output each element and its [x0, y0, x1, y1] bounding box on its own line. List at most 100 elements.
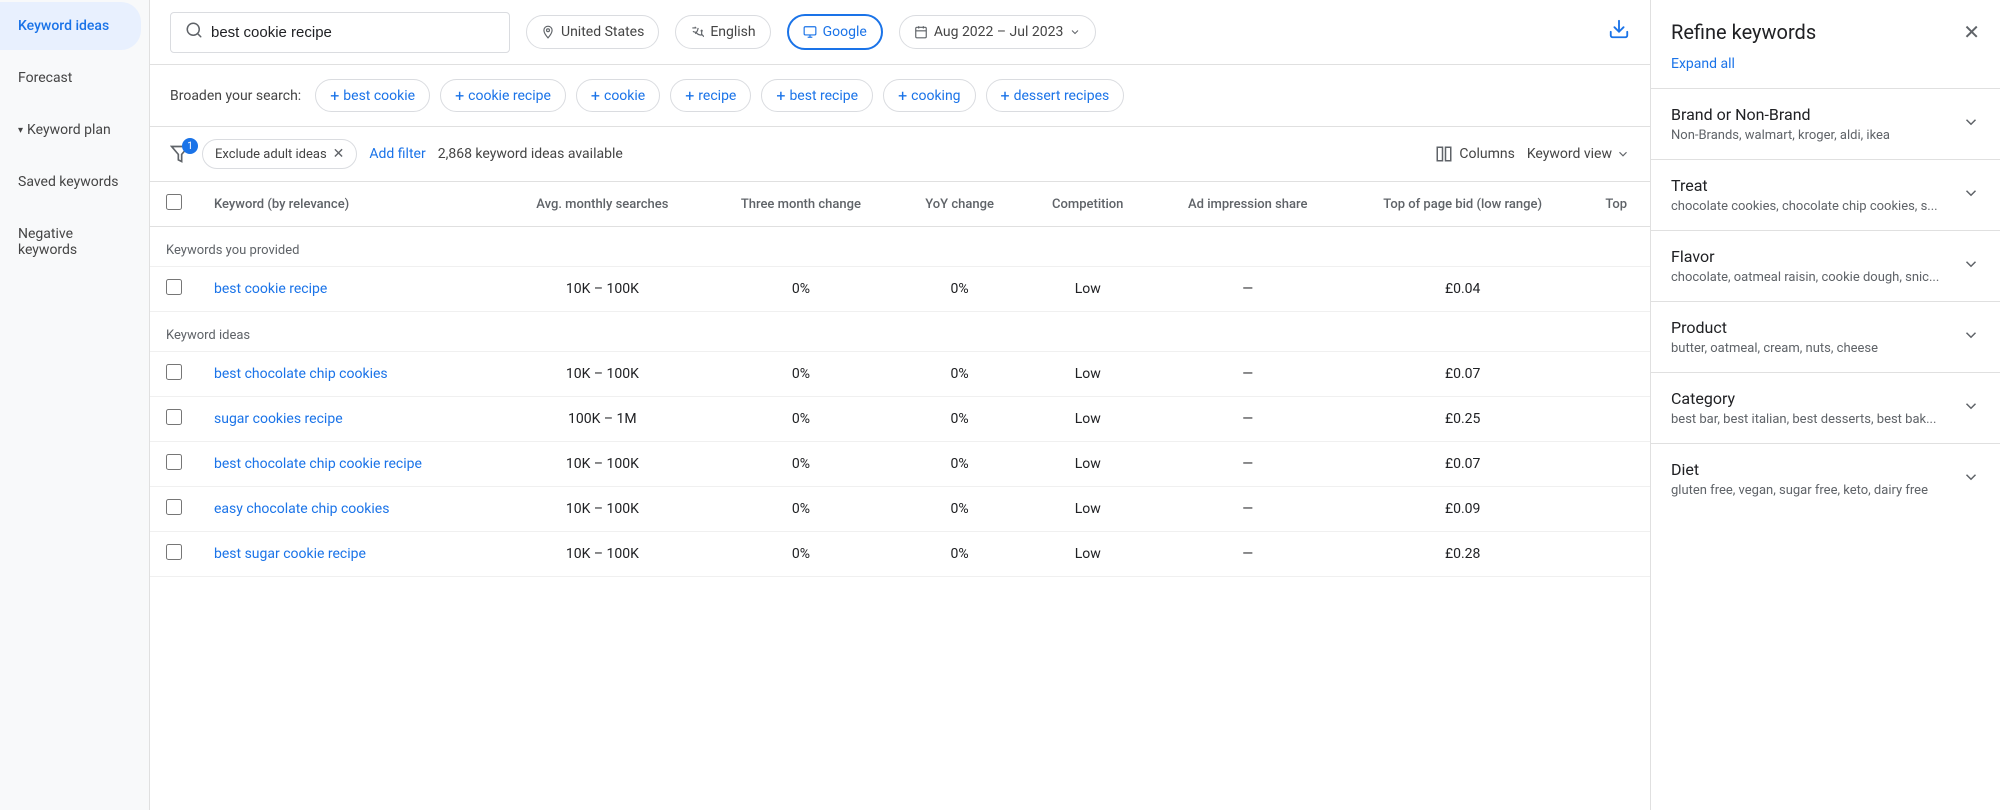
header-avg-monthly[interactable]: Avg. monthly searches: [499, 182, 705, 227]
refine-section-category-header[interactable]: Category best bar, best italian, best de…: [1671, 389, 1980, 427]
location-filter[interactable]: United States: [526, 15, 659, 49]
row-checkbox[interactable]: [166, 409, 182, 425]
sidebar-item-saved-keywords[interactable]: Saved keywords: [0, 158, 141, 206]
filter-funnel[interactable]: 1: [170, 144, 190, 164]
three-month-cell: 0%: [705, 532, 896, 577]
header-top-bid-high[interactable]: Top: [1582, 182, 1650, 227]
three-month-cell: 0%: [705, 397, 896, 442]
competition-cell: Low: [1023, 352, 1153, 397]
keyword-view-label: Keyword view: [1527, 146, 1612, 162]
header-three-month[interactable]: Three month change: [705, 182, 896, 227]
search-icon: [185, 21, 203, 44]
date-filter[interactable]: Aug 2022 – Jul 2023: [899, 15, 1097, 49]
three-month-cell: 0%: [705, 267, 896, 312]
refine-section-diet-title: Diet: [1671, 460, 1928, 479]
close-icon[interactable]: ✕: [333, 146, 345, 162]
location-label: United States: [561, 24, 644, 40]
download-button[interactable]: [1608, 18, 1630, 46]
broaden-chip-label: cookie recipe: [468, 88, 551, 104]
keyword-cell[interactable]: best sugar cookie recipe: [198, 532, 499, 577]
sidebar-item-negative-keywords[interactable]: Negative keywords: [0, 210, 141, 274]
header-checkbox-col: [150, 182, 198, 227]
sidebar-item-keyword-ideas[interactable]: Keyword ideas: [0, 2, 141, 50]
header-avg-label: Avg. monthly searches: [536, 197, 668, 212]
header-competition-label: Competition: [1052, 197, 1123, 212]
top-bid-low-cell: £0.04: [1343, 267, 1583, 312]
exclude-chip[interactable]: Exclude adult ideas ✕: [202, 139, 357, 169]
header-yoy[interactable]: YoY change: [896, 182, 1022, 227]
refine-section-brand-header[interactable]: Brand or Non-Brand Non-Brands, walmart, …: [1671, 105, 1980, 143]
refine-section-category: Category best bar, best italian, best de…: [1651, 372, 2000, 443]
table-row: best sugar cookie recipe 10K – 100K 0% 0…: [150, 532, 1650, 577]
top-bid-high-cell: [1582, 397, 1650, 442]
sidebar-item-forecast[interactable]: Forecast: [0, 54, 141, 102]
add-filter-button[interactable]: Add filter: [369, 146, 425, 162]
platform-filter[interactable]: Google: [787, 14, 883, 50]
yoy-cell: 0%: [896, 487, 1022, 532]
top-bar: United States English Google Aug 2022 – …: [150, 0, 1650, 65]
table-row: easy chocolate chip cookies 10K – 100K 0…: [150, 487, 1650, 532]
filter-badge: 1: [182, 138, 198, 154]
keyword-cell[interactable]: sugar cookies recipe: [198, 397, 499, 442]
keyword-view-button[interactable]: Keyword view: [1527, 146, 1630, 162]
refine-section-flavor: Flavor chocolate, oatmeal raisin, cookie…: [1651, 230, 2000, 301]
filter-bar: 1 Exclude adult ideas ✕ Add filter 2,868…: [150, 127, 1650, 182]
row-checkbox[interactable]: [166, 544, 182, 560]
broaden-chip-label: best recipe: [789, 88, 858, 104]
chevron-down-icon: [1962, 326, 1980, 349]
broaden-label: Broaden your search:: [170, 88, 301, 104]
refine-section-treat-header[interactable]: Treat chocolate cookies, chocolate chip …: [1671, 176, 1980, 214]
group-ideas-label: Keyword ideas: [166, 328, 250, 343]
search-input[interactable]: [211, 24, 471, 41]
language-filter[interactable]: English: [675, 15, 770, 49]
date-range-label: Aug 2022 – Jul 2023: [934, 24, 1064, 40]
header-top-bid-high-label: Top: [1605, 197, 1627, 212]
panel-close-button[interactable]: ✕: [1963, 20, 1980, 44]
row-checkbox[interactable]: [166, 279, 182, 295]
refine-section-diet-header[interactable]: Diet gluten free, vegan, sugar free, ket…: [1671, 460, 1980, 498]
row-checkbox[interactable]: [166, 364, 182, 380]
avg-monthly-cell: 100K – 1M: [499, 397, 705, 442]
avg-monthly-cell: 10K – 100K: [499, 442, 705, 487]
keyword-cell[interactable]: easy chocolate chip cookies: [198, 487, 499, 532]
broaden-chip-4[interactable]: + best recipe: [761, 79, 873, 112]
header-keyword[interactable]: Keyword (by relevance): [198, 182, 499, 227]
table-row: best chocolate chip cookie recipe 10K – …: [150, 442, 1650, 487]
competition-cell: Low: [1023, 442, 1153, 487]
header-top-bid-low[interactable]: Top of page bid (low range): [1343, 182, 1583, 227]
avg-monthly-cell: 10K – 100K: [499, 267, 705, 312]
plus-icon: +: [1001, 86, 1010, 105]
refine-section-product-title: Product: [1671, 318, 1878, 337]
broaden-chip-0[interactable]: + best cookie: [315, 79, 430, 112]
row-checkbox[interactable]: [166, 454, 182, 470]
broaden-chip-1[interactable]: + cookie recipe: [440, 79, 566, 112]
broaden-chip-5[interactable]: + cooking: [883, 79, 975, 112]
refine-section-flavor-header[interactable]: Flavor chocolate, oatmeal raisin, cookie…: [1671, 247, 1980, 285]
search-box[interactable]: [170, 12, 510, 53]
keyword-cell[interactable]: best chocolate chip cookies: [198, 352, 499, 397]
row-checkbox[interactable]: [166, 499, 182, 515]
broaden-chip-2[interactable]: + cookie: [576, 79, 660, 112]
columns-label: Columns: [1459, 146, 1514, 162]
refine-section-product-header[interactable]: Product butter, oatmeal, cream, nuts, ch…: [1671, 318, 1980, 356]
top-bid-high-cell: [1582, 352, 1650, 397]
sidebar-item-keyword-plan[interactable]: ▾ Keyword plan: [0, 106, 141, 154]
keyword-cell[interactable]: best cookie recipe: [198, 267, 499, 312]
table-row: best chocolate chip cookies 10K – 100K 0…: [150, 352, 1650, 397]
keyword-cell[interactable]: best chocolate chip cookie recipe: [198, 442, 499, 487]
broaden-chip-6[interactable]: + dessert recipes: [986, 79, 1125, 112]
chevron-down-icon: [1962, 468, 1980, 491]
header-competition[interactable]: Competition: [1023, 182, 1153, 227]
group-row-provided: Keywords you provided: [150, 227, 1650, 267]
header-ad-impression[interactable]: Ad impression share: [1153, 182, 1343, 227]
broaden-chip-3[interactable]: + recipe: [670, 79, 751, 112]
select-all-checkbox[interactable]: [166, 194, 182, 210]
exclude-chip-label: Exclude adult ideas: [215, 147, 327, 162]
header-three-month-label: Three month change: [741, 197, 861, 212]
three-month-cell: 0%: [705, 352, 896, 397]
expand-all-button[interactable]: Expand all: [1651, 56, 2000, 88]
columns-button[interactable]: Columns: [1435, 145, 1514, 163]
top-bid-high-cell: [1582, 442, 1650, 487]
refine-section-treat-subtitle: chocolate cookies, chocolate chip cookie…: [1671, 199, 1938, 214]
right-panel: Refine keywords ✕ Expand all Brand or No…: [1650, 0, 2000, 810]
